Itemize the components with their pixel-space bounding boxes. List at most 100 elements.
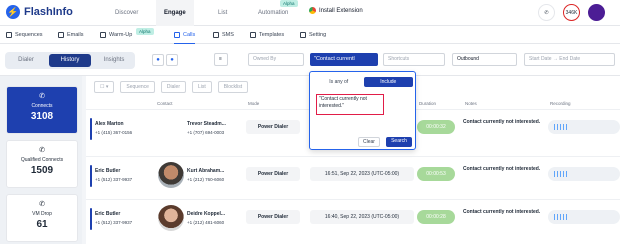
tab-label: Setting [309,32,327,38]
warm-up-icon [100,32,106,38]
flash-icon: ⚡ [6,5,20,19]
rep-name: Eric Butler [95,168,121,174]
contact-avatar [158,162,184,188]
rep-phone: +1 (512) 337-9937 [95,177,133,182]
notes-filter-chip[interactable]: "Contact currentl [310,53,378,66]
stats-panel: ✆ Connects 3108 ✆ Qualified Connects 150… [0,76,82,244]
contact-phone: +1 (212) 760-6060 [187,177,225,182]
phone-button[interactable]: ✆ [538,4,555,21]
tab-dialer[interactable]: Dialer [5,54,47,67]
stat-card-vm-drop[interactable]: ✆ VM Drop 61 [6,194,78,242]
install-extension-label: Install Extension [319,7,363,14]
bulk-actions: ☐ ▾ Sequence Dialer List Blocklist [94,81,249,93]
user-icon: ● [156,57,160,63]
rep-name: Eric Butler [95,211,121,217]
sequences-icon [6,32,12,38]
action-label: Blocklist [223,84,243,90]
tab-warm-up[interactable]: Warm-Up [100,26,132,44]
user-avatar[interactable] [588,4,605,21]
stat-value: 1509 [30,165,54,176]
shortcuts-select[interactable]: Shortcuts [383,53,445,66]
start-date: Start Date [529,56,552,62]
tab-history[interactable]: History [49,54,91,67]
action-label: List [197,84,206,90]
contact-avatar [158,205,184,231]
contact-name[interactable]: Kurt Abraham... [187,168,224,174]
credits-gauge[interactable]: 346K [563,4,580,21]
recording-player[interactable] [548,167,620,181]
templates-icon [250,32,256,38]
tab-label: Calls [183,31,196,38]
duration-pill: 00:00:53 [417,167,455,181]
flashinfo-logo[interactable]: ⚡ FlashInfo [6,5,73,19]
clear-button[interactable]: Clear [358,137,380,147]
stat-card-connects[interactable]: ✆ Connects 3108 [6,86,78,134]
table-row[interactable]: Eric Butler +1 (512) 337-9937 Deidre Kop… [86,199,620,236]
stat-value: 3108 [30,111,54,122]
sms-icon [213,32,219,38]
tab-insights[interactable]: Insights [93,54,135,67]
column-duration: Duration [419,101,437,106]
recording-player[interactable] [548,120,620,134]
mode-badge: Power Dialer [246,120,300,134]
filter-value-input[interactable]: "Contact currently not interested." [316,94,384,115]
voicemail-icon: ✆ [39,201,45,208]
row-indicator [90,208,92,230]
call-note: Contact currently not interested. [463,119,541,125]
stat-card-qualified-connects[interactable]: ✆ Qualified Connects 1509 [6,140,78,188]
shortcuts-placeholder: Shortcuts [388,56,410,62]
rep-name: Alex Marton [95,121,124,127]
automation-alpha-badge: Alpha [280,0,298,7]
tab-sequences[interactable]: Sequences [6,26,43,44]
rep-phone: +1 (415) 367-0156 [95,130,133,135]
tab-sms[interactable]: SMS [213,26,234,44]
date-range-picker[interactable]: Start Date → End Date [524,53,615,66]
add-to-list-button[interactable]: List [191,81,212,93]
call-time: 16:51, Sep 22, 2023 (UTC-05:00) [310,167,414,181]
contact-avatar [158,115,184,141]
contact-name[interactable]: Deidre Koppel... [187,211,225,217]
sort-button[interactable]: ≡ [214,53,228,66]
stat-label: Qualified Connects [20,157,64,163]
table-row[interactable]: Eric Butler +1 (512) 337-9937 Kurt Abrah… [86,156,620,193]
tab-calls[interactable]: Calls [174,26,196,44]
recording-player[interactable] [548,210,620,224]
mail-icon [58,32,64,38]
contact-name[interactable]: Trevor Steadm... [187,121,226,127]
nav-list[interactable]: List [218,0,227,26]
single-user-filter[interactable]: ● [152,54,164,66]
team-filter[interactable]: ● [166,54,178,66]
credits-value: 346K [565,9,578,16]
call-note: Contact currently not interested. [463,166,541,172]
nav-engage[interactable]: Engage [156,0,194,26]
call-time: 16:40, Sep 22, 2023 (UTC-05:00) [310,210,414,224]
column-recording: Recording [550,101,571,106]
direction-select[interactable]: Outbound [452,53,517,66]
nav-discover[interactable]: Discover [115,0,138,26]
stat-value: 61 [36,219,48,230]
row-indicator [90,165,92,187]
tab-label: Sequences [15,32,43,38]
chrome-icon [309,7,316,14]
duration-pill: 00:00:28 [417,210,455,224]
search-button[interactable]: Search [386,137,412,147]
filter-mode-toggle: Is any of Include [314,77,413,87]
owned-by-placeholder: Owned By [253,56,277,62]
blocklist-button[interactable]: Blocklist [217,81,249,93]
install-extension-button[interactable]: Install Extension [309,7,363,14]
add-to-dialer-button[interactable]: Dialer [160,81,186,93]
action-label: Dialer [166,84,180,90]
tab-label: Warm-Up [109,32,133,38]
owned-by-select[interactable]: Owned By [248,53,304,66]
tab-templates[interactable]: Templates [250,26,284,44]
tab-setting[interactable]: Setting [300,26,326,44]
view-switch: Dialer History Insights [5,52,135,69]
end-date: End Date [559,56,581,62]
checkbox-icon: ☐ ▾ [100,84,109,90]
add-to-sequence-button[interactable]: Sequence [120,81,155,93]
tab-emails[interactable]: Emails [58,26,84,44]
include-option[interactable]: Include [363,77,413,87]
select-all-dropdown[interactable]: ☐ ▾ [94,81,115,93]
rep-phone: +1 (512) 337-9937 [95,220,133,225]
is-any-of-option[interactable]: Is any of [314,77,364,87]
